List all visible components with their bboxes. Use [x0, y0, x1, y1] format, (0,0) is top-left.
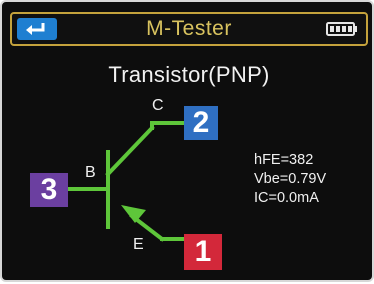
- vbe-reading: Vbe=0.79V: [254, 171, 327, 187]
- measurement-readings: hFE=382 Vbe=0.79V IC=0.0mA: [254, 151, 326, 208]
- emitter-arrow: [121, 205, 146, 223]
- collector-label: C: [152, 97, 164, 114]
- ic-reading: IC=0.0mA: [254, 190, 319, 206]
- emitter-label: E: [133, 236, 144, 253]
- pin-emitter-number: 1: [194, 235, 212, 268]
- pin-emitter-box: 1: [184, 234, 222, 270]
- pin-base-box: 3: [30, 173, 68, 207]
- pin-collector-box: 2: [184, 106, 218, 140]
- hfe-reading: hFE=382: [254, 152, 314, 168]
- pin-base-number: 3: [40, 173, 58, 206]
- base-label: B: [85, 164, 96, 181]
- pin-collector-number: 2: [192, 106, 210, 139]
- tester-screen: M-Tester Transistor(PNP) 2 3 1 C B E hFE…: [0, 0, 374, 282]
- collector-diagonal: [105, 125, 155, 177]
